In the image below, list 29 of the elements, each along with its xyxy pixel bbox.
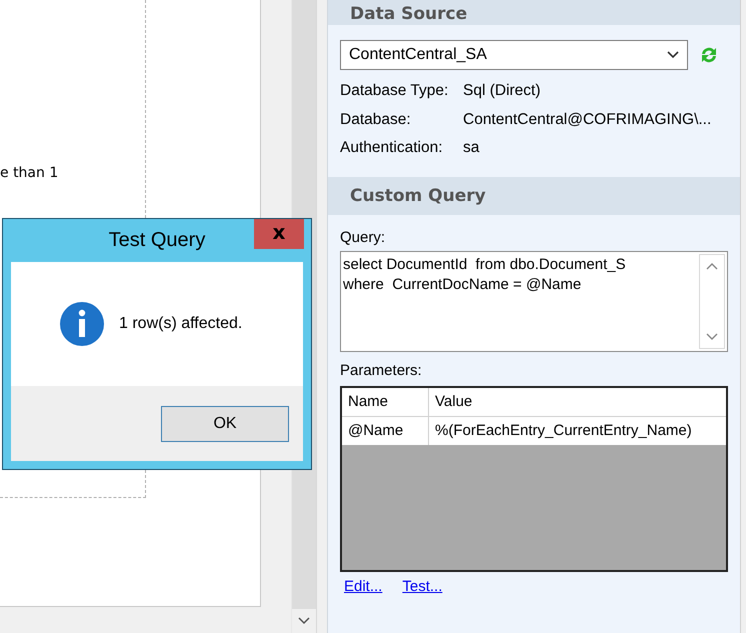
scroll-up-icon[interactable] [706, 262, 718, 270]
property-value: Sql (Direct) [463, 82, 541, 100]
section-header: Data Source [328, 0, 740, 25]
table-cell-text: %(ForEachEntry_CurrentEntry_Name) [434, 421, 693, 441]
property-label: Authentication: [340, 139, 444, 158]
dialog-title: Test Query [108, 229, 206, 252]
link[interactable]: Test... [402, 578, 442, 594]
scroll-down-icon[interactable] [292, 609, 316, 633]
property-value: sa [463, 139, 480, 158]
scroll-down-icon[interactable] [706, 332, 718, 340]
chevron-down-icon [667, 51, 679, 59]
ok-button[interactable]: OK [161, 406, 289, 442]
connection-dropdown[interactable]: ContentCentral_SA [340, 40, 688, 70]
query-label: Query: [340, 228, 386, 248]
info-icon [59, 301, 105, 347]
link[interactable]: Edit... [344, 578, 382, 594]
query-field[interactable]: select DocumentId from dbo.Document_S where CurrentDocName = @Name [340, 250, 728, 352]
table-cell: @Name [342, 416, 429, 444]
canvas-text: e than 1 [0, 165, 58, 181]
property-label: Database: [340, 110, 412, 129]
close-button[interactable]: x [254, 219, 304, 249]
property-value: ContentCentral@COFRIMAGING\... [463, 110, 712, 129]
property-label: Database Type: [340, 82, 450, 100]
column-header[interactable]: Value [429, 388, 726, 416]
section-header: Custom Query [328, 176, 740, 214]
scrollbar[interactable] [699, 254, 725, 348]
dialog-message: 1 row(s) affected. [119, 315, 242, 333]
parameters-label: Parameters: [340, 361, 422, 381]
column-header[interactable]: Name [342, 388, 429, 416]
